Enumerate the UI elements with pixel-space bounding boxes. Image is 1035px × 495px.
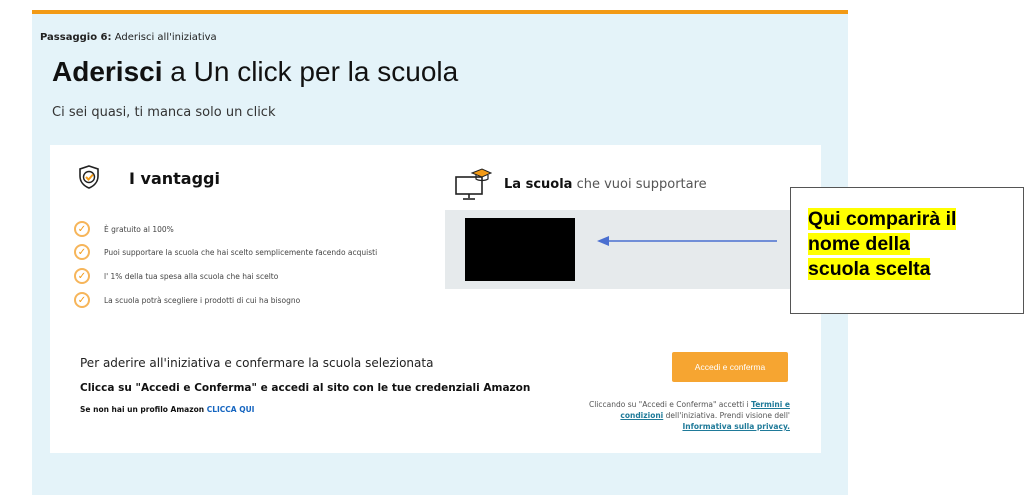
check-icon: ✓ [74, 268, 90, 284]
no-profile-text: Se non hai un profilo Amazon CLICCA QUI [80, 405, 254, 414]
school-title-rest: che vuoi supportare [576, 177, 707, 192]
school-title: La scuola che vuoi supportare [504, 177, 707, 192]
callout-line: scuola scelta [808, 258, 931, 280]
join-card: I vantaggi ✓ È gratuito al 100% ✓ Puoi s… [50, 145, 821, 453]
benefit-text: Puoi supportare la scuola che hai scelto… [104, 247, 378, 257]
benefit-item: ✓ È gratuito al 100% [74, 219, 174, 239]
page-panel: Passaggio 6: Aderisci all'iniziativa Ade… [32, 10, 848, 495]
terms-middle: dell'iniziativa. Prendi visione dell' [665, 411, 790, 420]
benefit-item: ✓ Puoi supportare la scuola che hai scel… [74, 242, 377, 262]
monitor-graduation-cap-icon [455, 168, 492, 200]
shield-check-icon [79, 165, 99, 189]
page-title: Aderisci a Un click per la scuola [52, 56, 458, 88]
step-indicator: Passaggio 6: Aderisci all'iniziativa [40, 32, 217, 43]
page-title-rest: a Un click per la scuola [170, 56, 459, 87]
terms-prefix: Cliccando su "Accedi e Conferma" accetti… [588, 400, 749, 409]
pointer-arrow [597, 236, 777, 246]
step-text: Aderisci all'iniziativa [114, 32, 217, 43]
benefit-item: ✓ La scuola potrà scegliere i prodotti d… [74, 290, 300, 310]
benefit-text: È gratuito al 100% [104, 224, 174, 234]
school-title-bold: La scuola [504, 177, 573, 192]
vantaggi-title: I vantaggi [129, 169, 220, 188]
join-text: Per aderire all'iniziativa e confermare … [80, 356, 434, 370]
check-icon: ✓ [74, 221, 90, 237]
benefit-text: La scuola potrà scegliere i prodotti di … [104, 295, 301, 305]
check-icon: ✓ [74, 244, 90, 260]
school-name-redacted [465, 218, 575, 281]
callout-line: nome della [808, 233, 910, 255]
no-profile-label: Se non hai un profilo Amazon [80, 405, 205, 414]
page-subtitle: Ci sei quasi, ti manca solo un click [52, 105, 276, 120]
terms-text: Cliccando su "Accedi e Conferma" accetti… [570, 399, 790, 432]
click-here-link[interactable]: CLICCA QUI [207, 405, 255, 414]
annotation-callout: Qui comparirà il nome della scuola scelt… [790, 187, 1024, 314]
check-icon: ✓ [74, 292, 90, 308]
benefit-text: l' 1% della tua spesa alla scuola che ha… [104, 271, 279, 281]
join-instruction: Clicca su "Accedi e Conferma" e accedi a… [80, 382, 531, 394]
benefit-item: ✓ l' 1% della tua spesa alla scuola che … [74, 266, 278, 286]
callout-text: Qui comparirà il nome della scuola scelt… [808, 207, 957, 282]
privacy-link[interactable]: Informativa sulla privacy. [682, 422, 790, 431]
accedi-conferma-button[interactable]: Accedi e conferma [672, 352, 788, 382]
step-label: Passaggio 6: [40, 32, 112, 43]
callout-line: Qui comparirà il [808, 208, 957, 230]
page-title-bold: Aderisci [52, 56, 163, 87]
selected-school-box [445, 210, 807, 289]
